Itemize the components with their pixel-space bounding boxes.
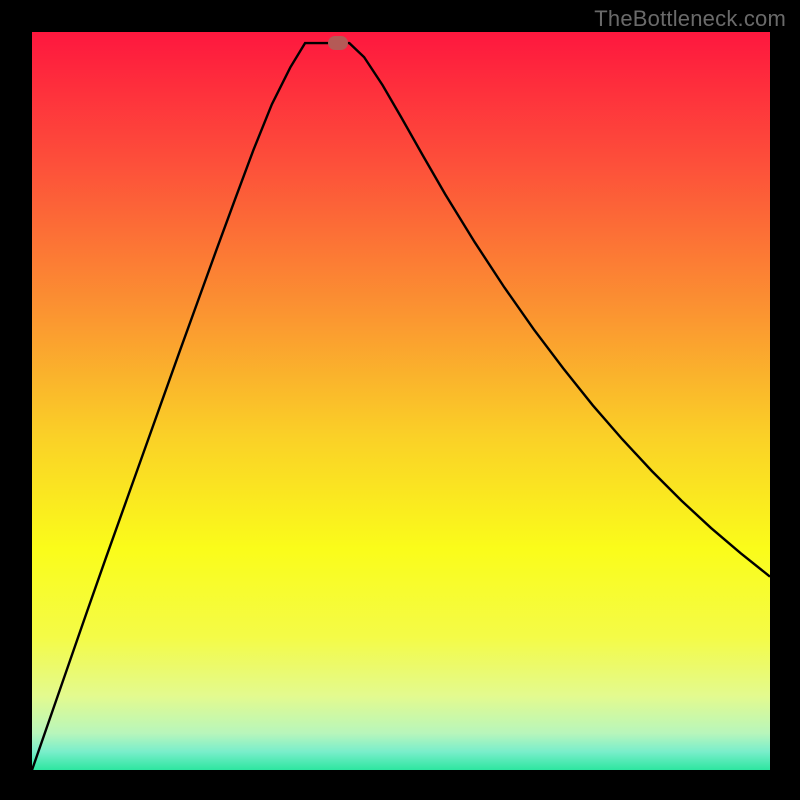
chart-frame: TheBottleneck.com: [0, 0, 800, 800]
bottleneck-curve: [32, 32, 770, 770]
watermark-text: TheBottleneck.com: [594, 6, 786, 32]
plot-area: [32, 32, 770, 770]
optimal-point-marker: [328, 36, 348, 50]
